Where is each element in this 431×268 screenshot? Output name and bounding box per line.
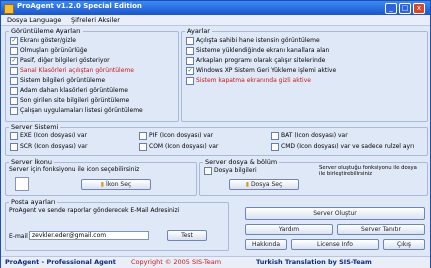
checkbox-box[interactable] — [186, 77, 194, 85]
folder-icon: ▮ — [245, 181, 250, 188]
checkbox-box[interactable] — [186, 47, 194, 55]
checkbox-box[interactable]: ✓ — [186, 67, 194, 75]
menu-item-passwords[interactable]: Şifreleri Aksiler — [71, 16, 120, 24]
close-button[interactable]: x — [413, 3, 425, 14]
server-file-desc: Server oluştuğu fonksiyonu ile dosya ile… — [319, 165, 417, 177]
title-bar: ProAgent v1.2.0 Special Edition _ □ x — [1, 1, 430, 15]
minimize-button[interactable]: _ — [385, 3, 397, 14]
server-type-title: Server Sistemi — [9, 123, 61, 131]
window-title: ProAgent v1.2.0 Special Edition — [17, 2, 142, 10]
checkbox-box[interactable] — [10, 67, 18, 75]
about-button[interactable]: Hakkında — [245, 239, 287, 250]
checkbox-box[interactable]: ✓ — [10, 37, 18, 45]
select-file-button[interactable]: ▮ Dosya Seç — [229, 179, 299, 190]
status-copyright: Copyright © 2005 SIS-Team — [131, 258, 222, 266]
status-product: ProAgent - Professional Agent — [5, 258, 116, 266]
app-icon — [4, 4, 14, 14]
menu-bar: Dosya Language Şifreleri Aksiler — [1, 15, 430, 26]
email-input[interactable]: zevkler.eder@gmail.com — [29, 231, 149, 240]
radio-box[interactable] — [10, 143, 18, 151]
checkbox-box[interactable] — [186, 37, 194, 45]
checkbox-box[interactable] — [10, 97, 18, 105]
checkbox-box[interactable] — [10, 87, 18, 95]
exit-button[interactable]: Çıkış — [383, 239, 425, 250]
status-bar: ProAgent - Professional Agent Copyright … — [1, 256, 430, 268]
mail-group-title: Posta ayarları — [9, 198, 58, 206]
main-window: ProAgent v1.2.0 Special Edition _ □ x Do… — [0, 0, 431, 268]
folder-icon: ▮ — [100, 181, 105, 188]
server-info-button[interactable]: Server Tanıtır — [337, 224, 425, 235]
radio-box[interactable] — [139, 143, 147, 151]
checkbox-box[interactable] — [10, 77, 18, 85]
radio-box[interactable] — [271, 132, 279, 140]
checkbox-box[interactable] — [10, 47, 18, 55]
checkbox-box[interactable]: ✓ — [10, 57, 18, 65]
menu-item-language[interactable]: Dosya Language — [7, 16, 61, 24]
create-server-button[interactable]: Server Oluştur — [245, 207, 425, 220]
maximize-button[interactable]: □ — [399, 3, 411, 14]
email-label: E-mail — [9, 233, 28, 240]
server-file-title: Server dosya & bölüm — [203, 158, 280, 166]
checkbox-box[interactable] — [186, 57, 194, 65]
server-icon-desc: Server için fonksiyonu ile icon seçebili… — [9, 166, 140, 173]
checkbox-box[interactable] — [10, 107, 18, 115]
select-icon-button[interactable]: ▮ İkon Seç — [81, 179, 151, 190]
radio-box[interactable] — [271, 143, 279, 151]
test-button[interactable]: Test — [167, 230, 207, 241]
radio-box[interactable] — [10, 132, 18, 140]
checkbox-box[interactable] — [204, 167, 212, 175]
other-settings-title: Ayarlar — [185, 27, 212, 35]
radio-box[interactable] — [139, 132, 147, 140]
server-icon-title: Server İkonu — [9, 158, 55, 166]
help-button[interactable]: Yardım — [245, 224, 333, 235]
status-translation: Turkish Translation by SIS-Team — [256, 258, 372, 266]
mail-desc: ProAgent ve sende raporlar gönderecek E-… — [9, 207, 180, 214]
icon-preview — [15, 177, 29, 191]
license-button[interactable]: License Info — [291, 239, 379, 250]
display-settings-title: Görüntüleme Ayarları — [9, 27, 83, 35]
